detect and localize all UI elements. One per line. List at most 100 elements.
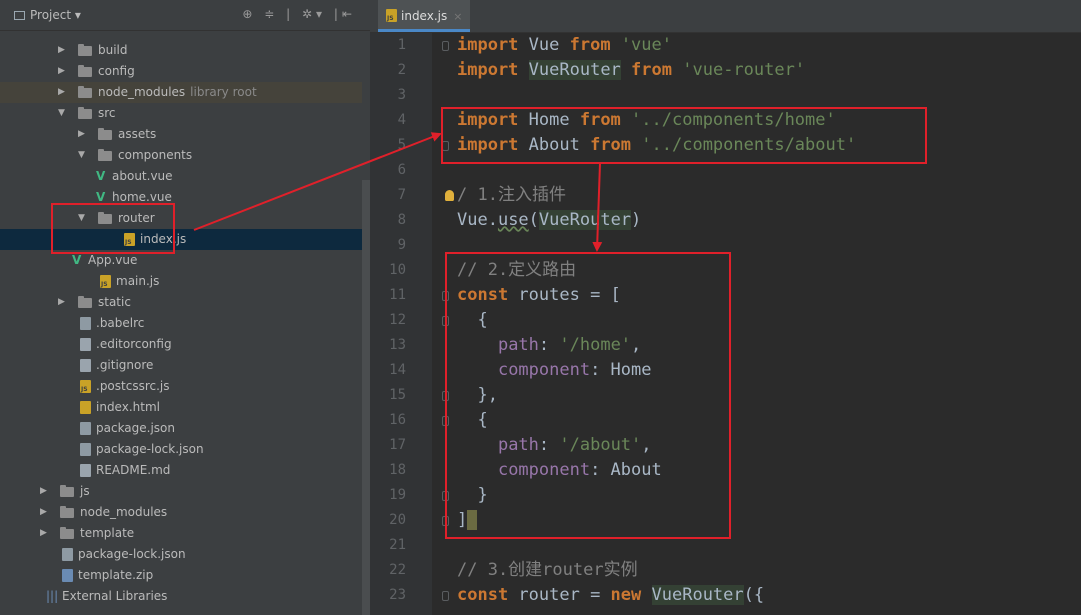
fold-marker-icon[interactable] — [442, 391, 449, 401]
code-line[interactable]: import Vue from 'vue' — [457, 33, 672, 58]
tree-item[interactable]: index.html — [0, 397, 362, 418]
expand-arrow-icon[interactable]: ▼ — [78, 208, 85, 229]
tree-item-label: components — [118, 148, 193, 162]
line-number: 8 — [397, 212, 406, 228]
tree-item-label: index.js — [140, 232, 187, 246]
code-line[interactable]: { — [457, 408, 487, 433]
cfg-file-icon — [80, 443, 91, 456]
tree-item[interactable]: ▶ config — [0, 61, 362, 82]
code-line[interactable]: // 3.创建router实例 — [457, 558, 638, 583]
fold-marker-icon[interactable] — [442, 316, 449, 326]
tree-item[interactable]: .babelrc — [0, 313, 362, 334]
fold-marker-icon[interactable] — [442, 491, 449, 501]
code-line[interactable]: component: Home — [457, 358, 652, 383]
line-number: 7 — [397, 187, 406, 203]
tree-item-label: package.json — [96, 421, 176, 435]
folder-icon — [78, 86, 92, 98]
code-line[interactable]: path: '/about', — [457, 433, 652, 458]
collapse-arrow-icon[interactable]: ▶ — [40, 502, 47, 523]
code-line[interactable]: import Home from '../components/home' — [457, 108, 836, 133]
tree-item-label: .gitignore — [96, 358, 154, 372]
line-number: 21 — [389, 537, 406, 553]
tree-item[interactable]: ▶ build — [0, 40, 362, 61]
tree-item[interactable]: .editorconfig — [0, 334, 362, 355]
cfg-file-icon — [62, 548, 73, 561]
code-line[interactable]: import VueRouter from 'vue-router' — [457, 58, 805, 83]
code-line[interactable]: component: About — [457, 458, 662, 483]
line-number: 18 — [389, 462, 406, 478]
code-line[interactable]: import About from '../components/about' — [457, 133, 856, 158]
collapse-arrow-icon[interactable]: ▶ — [58, 40, 65, 61]
tree-item-label: .postcssrc.js — [96, 379, 170, 393]
tree-item-label: build — [98, 43, 128, 57]
tree-item[interactable]: ▶ static — [0, 292, 362, 313]
line-number: 23 — [389, 587, 406, 603]
tree-item[interactable]: ▶ assets — [0, 124, 362, 145]
tree-item[interactable]: main.js — [0, 271, 362, 292]
code-line[interactable]: { — [457, 308, 487, 333]
expand-arrow-icon[interactable]: ▼ — [58, 103, 65, 124]
code-line[interactable]: ] — [457, 508, 478, 533]
fold-marker-icon[interactable] — [442, 416, 449, 426]
tree-item[interactable]: ▶ node_modules — [0, 502, 362, 523]
collapse-arrow-icon[interactable]: ▶ — [58, 82, 65, 103]
tree-item[interactable]: ▼ src — [0, 103, 362, 124]
code-line[interactable]: / 1.注入插件 — [445, 183, 566, 208]
fold-marker-icon[interactable] — [442, 591, 449, 601]
tree-item[interactable]: V App.vue — [0, 250, 362, 271]
tree-item[interactable]: package-lock.json — [0, 544, 362, 565]
collapse-arrow-icon[interactable]: ▶ — [78, 124, 85, 145]
expand-arrow-icon[interactable]: ▼ — [78, 145, 85, 166]
line-number: 1 — [397, 37, 406, 53]
tree-item[interactable]: ▼ router — [0, 208, 362, 229]
project-toolbar-icons[interactable]: ⊕ ≑ | ✲▾ |⇤ — [242, 7, 356, 21]
vue-file-icon: V — [96, 190, 106, 204]
code-line[interactable]: const routes = [ — [457, 283, 621, 308]
fold-marker-icon[interactable] — [442, 291, 449, 301]
tree-item[interactable]: ▶ js — [0, 481, 362, 502]
line-number: 19 — [389, 487, 406, 503]
tree-item[interactable]: Vabout.vue — [0, 166, 362, 187]
line-number: 15 — [389, 387, 406, 403]
line-number: 14 — [389, 362, 406, 378]
project-panel: Project ▾ ⊕ ≑ | ✲▾ |⇤ ▶ build ▶ config ▶ node… — [0, 0, 370, 615]
tree-item[interactable]: .postcssrc.js — [0, 376, 362, 397]
tree-item[interactable]: template.zip — [0, 565, 362, 586]
line-number: 3 — [397, 87, 406, 103]
tree-item-label: template.zip — [78, 568, 154, 582]
tree-item[interactable]: README.md — [0, 460, 362, 481]
tree-item[interactable]: index.js — [0, 229, 362, 250]
code-line[interactable]: // 2.定义路由 — [457, 258, 576, 283]
tree-item[interactable]: ▼ components — [0, 145, 362, 166]
code-line[interactable]: } — [457, 483, 487, 508]
fold-marker-icon[interactable] — [442, 41, 449, 51]
tree-item[interactable]: package.json — [0, 418, 362, 439]
tree-item[interactable]: package-lock.json — [0, 439, 362, 460]
collapse-arrow-icon[interactable]: ▶ — [58, 61, 65, 82]
tree-item[interactable]: .gitignore — [0, 355, 362, 376]
line-number: 4 — [397, 112, 406, 128]
tree-item[interactable]: ||| External Libraries — [0, 586, 362, 607]
close-tab-icon[interactable]: × — [453, 10, 462, 23]
tree-item[interactable]: ▶ template — [0, 523, 362, 544]
vue-file-icon: V — [96, 169, 106, 183]
folder-icon — [60, 527, 74, 539]
project-view-selector[interactable]: Project ▾ — [14, 8, 81, 22]
fold-marker-icon[interactable] — [442, 141, 449, 151]
zip-file-icon — [62, 569, 73, 582]
collapse-arrow-icon[interactable]: ▶ — [58, 292, 65, 313]
code-line[interactable]: const router = new VueRouter({ — [457, 583, 764, 608]
fold-marker-icon[interactable] — [442, 516, 449, 526]
code-editor[interactable]: 1 import Vue from 'vue' 2 import VueRouter … — [370, 33, 1081, 615]
code-line[interactable]: }, — [457, 383, 497, 408]
tree-scrollbar[interactable] — [362, 180, 370, 615]
code-line[interactable]: Vue.use(VueRouter) — [457, 208, 641, 233]
tree-item[interactable]: Vhome.vue — [0, 187, 362, 208]
code-line[interactable]: path: '/home', — [457, 333, 641, 358]
tab-index-js[interactable]: index.js× — [378, 0, 471, 32]
collapse-arrow-icon[interactable]: ▶ — [40, 523, 47, 544]
tree-item-label: node_modules — [80, 505, 168, 519]
js-file-icon — [124, 233, 135, 246]
collapse-arrow-icon[interactable]: ▶ — [40, 481, 47, 502]
tree-item[interactable]: ▶ node_modules library root — [0, 82, 362, 103]
